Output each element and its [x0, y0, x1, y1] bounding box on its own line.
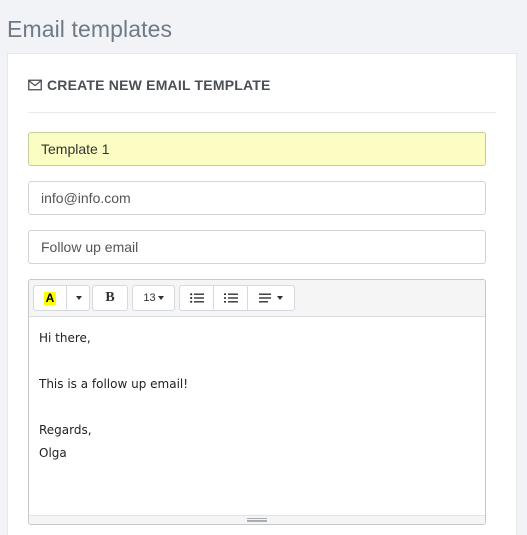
caret-down-icon — [157, 296, 164, 300]
color-dropdown-button[interactable] — [66, 285, 90, 311]
from-email-input[interactable] — [28, 181, 486, 215]
bold-icon: B — [105, 290, 115, 305]
font-size-value: 13 — [143, 292, 156, 304]
align-dropdown-button[interactable] — [247, 285, 295, 311]
bold-button-group: B — [92, 285, 128, 311]
editor-resize-handle[interactable] — [29, 515, 485, 524]
editor-content[interactable]: Hi there, This is a follow up email! Reg… — [29, 317, 485, 475]
font-size-dropdown[interactable]: 13 — [132, 285, 175, 311]
text-color-button[interactable]: A — [33, 285, 67, 311]
list-align-group — [179, 285, 295, 311]
page-title: Email templates — [7, 16, 173, 42]
editor-line: This is a follow up email! — [39, 377, 189, 391]
bullet-list-button[interactable] — [179, 285, 214, 311]
font-size-group: 13 — [132, 285, 175, 311]
panel-heading: CREATE NEW EMAIL TEMPLATE — [47, 77, 271, 93]
numbered-list-icon — [223, 293, 238, 303]
rich-text-editor: A B 13 Hi there, This is a follow up ema… — [28, 279, 486, 525]
caret-down-icon — [277, 296, 283, 300]
subject-input[interactable] — [28, 230, 486, 264]
template-name-input[interactable] — [28, 132, 486, 166]
bold-button[interactable]: B — [92, 285, 128, 311]
numbered-list-button[interactable] — [213, 285, 248, 311]
panel-header: CREATE NEW EMAIL TEMPLATE — [28, 76, 496, 113]
editor-line: Regards, — [39, 423, 92, 437]
editor-line: Hi there, — [39, 331, 91, 345]
text-color-icon: A — [43, 290, 57, 305]
align-icon — [259, 293, 271, 303]
envelope-icon — [28, 79, 42, 91]
create-template-panel: CREATE NEW EMAIL TEMPLATE A B 13 — [7, 53, 517, 535]
bullet-list-icon — [189, 293, 204, 303]
editor-line: Olga — [39, 446, 67, 460]
editor-toolbar: A B 13 — [29, 280, 485, 317]
caret-down-icon — [76, 296, 82, 300]
color-button-group: A — [33, 285, 90, 311]
grip-icon — [247, 518, 267, 522]
